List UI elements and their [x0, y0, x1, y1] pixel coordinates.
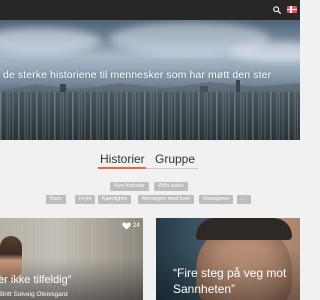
- filter-tag-more[interactable]: ...: [237, 195, 251, 204]
- like-counter[interactable]: 24: [122, 222, 140, 230]
- heart-icon[interactable]: [122, 222, 131, 230]
- story-quote: “Fire steg på veg mot Sannheten”: [173, 265, 300, 297]
- story-author: Britt Solveig Oleivsgard: [0, 291, 68, 298]
- story-card[interactable]: “Fire steg på veg mot Sannheten”: [156, 218, 300, 300]
- like-count: 24: [133, 223, 140, 229]
- story-quote-line: Sannheten”: [173, 282, 236, 296]
- filter-tag-kjaerlighet[interactable]: Kjærlighet: [98, 195, 131, 204]
- filter-tag-meningen-med-livet[interactable]: Meningen med livet: [138, 195, 194, 204]
- story-card[interactable]: er ikke tilfeldig” Britt Solveig Oleivsg…: [0, 218, 143, 300]
- filter-tag-relasjoner[interactable]: Relasjoner: [199, 195, 234, 204]
- filter-tag-nye-historier[interactable]: Nye historier: [110, 182, 149, 191]
- card-image-hair: [196, 218, 292, 240]
- flag-icon[interactable]: [287, 6, 297, 13]
- tab-historier[interactable]: Historier: [100, 152, 145, 166]
- tab-gruppe[interactable]: Gruppe: [155, 152, 195, 166]
- tab-active-indicator: [98, 167, 146, 169]
- filter-tag-barn[interactable]: Barn: [46, 195, 66, 204]
- filter-tag-with-video[interactable]: With video: [154, 182, 188, 191]
- top-bar: [0, 0, 300, 20]
- hero-tagline: g de sterke historiene til mennesker som…: [0, 69, 272, 81]
- story-quote-line: “Fire steg på veg mot: [173, 266, 287, 280]
- filter-tag-frykt[interactable]: Frykt: [75, 195, 96, 204]
- hero-banner: g de sterke historiene til mennesker som…: [0, 20, 300, 140]
- hero-cityscape: [0, 92, 300, 140]
- hero-cloud: [0, 28, 100, 54]
- hero-cloud: [230, 42, 300, 62]
- search-icon[interactable]: [273, 6, 281, 14]
- story-quote: er ikke tilfeldig”: [0, 274, 72, 286]
